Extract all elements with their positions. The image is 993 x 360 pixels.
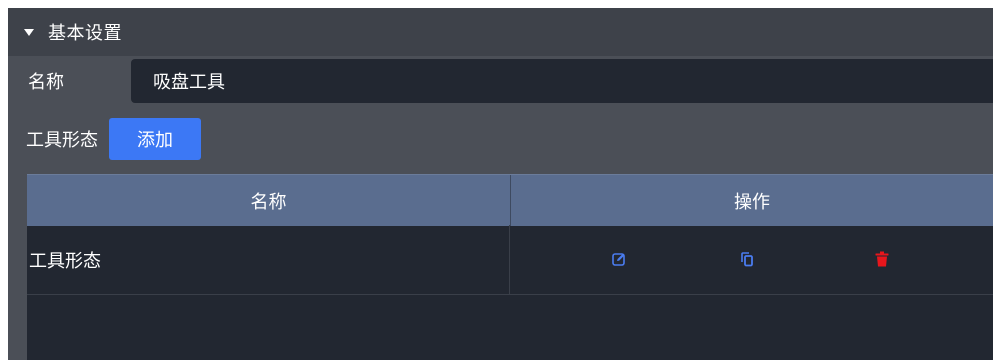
cell-actions <box>510 225 992 294</box>
tool-form-table: 名称 操作 工具形态 <box>27 174 993 360</box>
cell-name: 工具形态 <box>27 225 510 294</box>
section-title: 基本设置 <box>48 23 122 44</box>
tool-form-label: 工具形态 <box>26 130 98 151</box>
edit-icon[interactable] <box>611 251 627 267</box>
trash-icon[interactable] <box>874 251 890 267</box>
table-header: 名称 操作 <box>27 174 993 226</box>
tool-form-row: 工具形态 添加 <box>8 118 993 160</box>
copy-icon[interactable] <box>739 251 755 267</box>
add-button[interactable]: 添加 <box>109 118 201 160</box>
table-row: 工具形态 <box>27 225 993 295</box>
column-header-name: 名称 <box>27 175 511 226</box>
name-input[interactable]: 吸盘工具 <box>131 59 993 103</box>
basic-settings-panel: 基本设置 名称 吸盘工具 工具形态 添加 名称 操作 工具形态 <box>8 8 993 360</box>
name-row: 名称 吸盘工具 <box>8 59 993 103</box>
name-label: 名称 <box>28 72 64 93</box>
section-header[interactable]: 基本设置 <box>8 8 993 56</box>
caret-down-icon[interactable] <box>24 28 34 36</box>
column-header-actions: 操作 <box>734 191 770 213</box>
